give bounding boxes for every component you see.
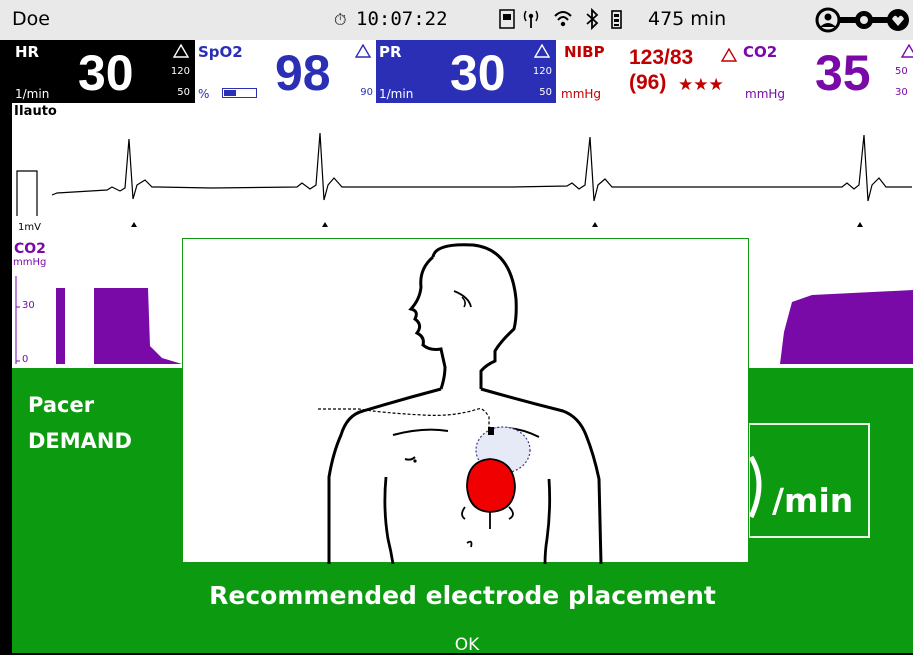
alarm-icon bbox=[534, 44, 550, 58]
hr-limit-high: 120 bbox=[170, 66, 190, 77]
spo2-tile[interactable]: SpO2 98 % 90 bbox=[195, 40, 376, 103]
pacer-mode-line1: Pacer bbox=[28, 393, 95, 417]
alarm-icon bbox=[355, 44, 371, 58]
pr-limit-high: 120 bbox=[532, 66, 552, 77]
ecg-scale-label: 1mV bbox=[18, 222, 41, 233]
clock-icon: ⏱ bbox=[334, 10, 347, 29]
spo2-unit: % bbox=[198, 87, 210, 101]
spo2-label: SpO2 bbox=[198, 43, 243, 61]
nibp-unit: mmHg bbox=[561, 87, 602, 101]
nibp-value: 123/83 bbox=[629, 46, 694, 69]
ok-button[interactable]: OK bbox=[447, 635, 487, 655]
alarm-icon bbox=[901, 44, 913, 58]
recommendation-bar: Recommended electrode placement OK bbox=[12, 565, 913, 655]
co2-limit-high: 50 bbox=[895, 66, 908, 77]
co2-limit-low: 30 bbox=[895, 87, 908, 98]
perfusion-bar-icon bbox=[222, 88, 257, 98]
battery-icon bbox=[611, 10, 622, 29]
pr-limit-low: 50 bbox=[539, 87, 552, 98]
alarm-icon bbox=[173, 44, 189, 58]
co2-unit: mmHg bbox=[745, 87, 786, 101]
electrode-placement-dialog bbox=[182, 238, 749, 564]
pr-value: 30 bbox=[450, 45, 506, 101]
dialog-message: Recommended electrode placement bbox=[209, 581, 716, 610]
co2-value: 35 bbox=[815, 45, 871, 101]
hr-label: HR bbox=[15, 43, 40, 61]
pr-unit: 1/min bbox=[379, 87, 414, 101]
co2-wave-tick-0: 0 bbox=[22, 354, 29, 365]
bluetooth-icon bbox=[586, 8, 599, 31]
hr-unit: 1/min bbox=[15, 87, 50, 101]
co2-tile[interactable]: CO2 35 mmHg 50 30 bbox=[740, 40, 913, 103]
sim-card-icon bbox=[499, 9, 515, 29]
pr-label: PR bbox=[379, 43, 402, 61]
spo2-limit-low: 90 bbox=[360, 87, 373, 98]
ecg-trace bbox=[16, 132, 912, 227]
spo2-value: 98 bbox=[275, 45, 331, 101]
pacer-mode-line2: DEMAND bbox=[28, 429, 132, 453]
ecg-waveform-panel: IIauto 1mV bbox=[12, 103, 913, 238]
alarm-icon bbox=[721, 48, 737, 62]
status-bar: Doe ⏱ 10:07:22 475 min bbox=[0, 0, 913, 40]
hr-value: 30 bbox=[78, 45, 134, 101]
patient-name: Doe bbox=[12, 8, 50, 30]
nibp-mean: (96) bbox=[629, 71, 667, 94]
nibp-tile[interactable]: NIBP 123/83 (96) ★★★ mmHg bbox=[556, 40, 740, 103]
hr-tile[interactable]: HR 30 1/min 120 50 bbox=[12, 40, 195, 103]
torso-electrode-illustration bbox=[318, 243, 603, 564]
hr-limit-low: 50 bbox=[177, 87, 190, 98]
pr-tile[interactable]: PR 30 1/min 120 50 bbox=[376, 40, 556, 103]
patient-connection-icon bbox=[815, 7, 909, 33]
co2-wave-tick-30: 30 bbox=[22, 300, 35, 311]
clock-time: 10:07:22 bbox=[356, 8, 448, 30]
co2-label: CO2 bbox=[743, 43, 778, 61]
wifi-icon bbox=[554, 11, 572, 27]
battery-time: 475 min bbox=[648, 8, 727, 30]
pacer-rate-unit: /min bbox=[772, 481, 854, 520]
nibp-label: NIBP bbox=[564, 43, 605, 61]
antenna-icon bbox=[523, 10, 539, 28]
nibp-quality: ★★★ bbox=[678, 75, 724, 95]
status-icons bbox=[499, 8, 622, 31]
pacer-rate-digit-fragment bbox=[749, 455, 762, 519]
